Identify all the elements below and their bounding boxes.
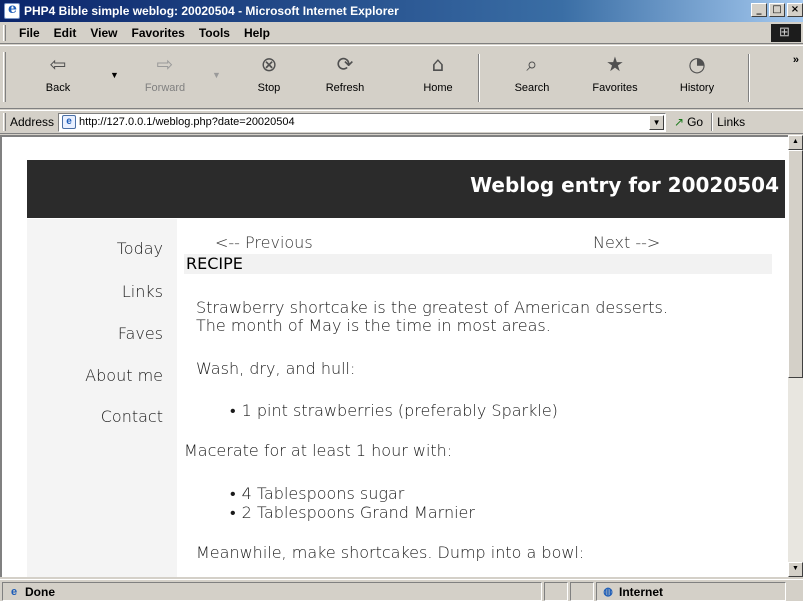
- vertical-scrollbar[interactable]: ▲ ▼: [788, 135, 803, 577]
- go-button[interactable]: ↗ Go: [674, 115, 703, 129]
- side-navigation: Today Links Faves About me Contact: [27, 219, 177, 577]
- stop-button[interactable]: ⊗ Stop: [239, 50, 299, 106]
- address-bar: Address e ▼ ↗ Go Links: [0, 110, 803, 134]
- title-bar: PHP4 Bible simple weblog: 20020504 - Mic…: [0, 0, 803, 22]
- menu-favorites[interactable]: Favorites: [124, 26, 191, 40]
- previous-link[interactable]: <-- Previous: [215, 233, 313, 252]
- toolbar-separator: [748, 54, 750, 102]
- favorites-icon: ★: [606, 52, 624, 76]
- links-button[interactable]: Links: [717, 115, 745, 129]
- favorites-label: Favorites: [592, 82, 638, 94]
- scroll-up-icon[interactable]: ▲: [788, 135, 803, 150]
- window-title: PHP4 Bible simple weblog: 20020504 - Mic…: [24, 4, 399, 18]
- scroll-down-icon[interactable]: ▼: [788, 562, 803, 577]
- page-done-icon: e: [10, 585, 18, 598]
- stop-icon: ⊗: [260, 52, 278, 76]
- refresh-button[interactable]: ⟳ Refresh: [315, 50, 375, 106]
- standard-toolbar: ⇦ Back ▼ ⇨ Forward ▼ ⊗ Stop ⟳ Refresh ⌂ …: [0, 45, 803, 109]
- scroll-thumb[interactable]: [788, 150, 803, 378]
- ie-logo-icon: [4, 1, 20, 19]
- toolbar-grip[interactable]: [3, 113, 6, 131]
- next-link[interactable]: Next -->: [593, 233, 660, 252]
- security-zone-cell: ◍ Internet: [596, 582, 786, 601]
- back-arrow-icon: ⇦: [49, 52, 67, 76]
- menu-tools[interactable]: Tools: [192, 26, 237, 40]
- go-arrow-icon: ↗: [674, 115, 685, 129]
- globe-icon: ◍: [603, 585, 613, 598]
- search-icon: ⌕: [526, 52, 538, 76]
- forward-label: Forward: [144, 82, 186, 94]
- stop-label: Stop: [257, 82, 281, 94]
- status-bar: e Done ◍ Internet: [0, 579, 803, 601]
- status-text-cell: e Done: [2, 582, 542, 601]
- toolbar-grip[interactable]: [3, 24, 6, 41]
- refresh-icon: ⟳: [336, 52, 354, 76]
- back-dropdown-icon[interactable]: ▼: [110, 70, 119, 80]
- history-icon: ◔: [688, 52, 706, 76]
- address-dropdown-icon[interactable]: ▼: [649, 114, 665, 130]
- forward-dropdown-icon[interactable]: ▼: [212, 70, 221, 80]
- page-header: Weblog entry for 20020504: [27, 160, 785, 218]
- page-icon: e: [62, 115, 77, 129]
- page-viewport: Weblog entry for 20020504 Today Links Fa…: [0, 135, 803, 577]
- favorites-button[interactable]: ★ Favorites: [585, 50, 645, 106]
- entry-paragraph: Meanwhile, make shortcakes. Dump into a …: [196, 543, 585, 562]
- list-item: 4 Tablespoons sugar: [230, 484, 405, 504]
- menu-bar: File Edit View Favorites Tools Help: [0, 22, 803, 44]
- menu-edit[interactable]: Edit: [47, 26, 84, 40]
- home-button[interactable]: ⌂ Home: [408, 50, 468, 106]
- windows-logo-icon: [771, 24, 801, 42]
- page-title: Weblog entry for 20020504: [470, 173, 779, 197]
- toolbar-separator: [711, 113, 714, 131]
- maximize-button[interactable]: □: [769, 3, 785, 17]
- back-label: Back: [45, 82, 71, 94]
- entry-paragraph-line: Strawberry shortcake is the greatest of …: [196, 298, 668, 317]
- forward-button[interactable]: ⇨ Forward: [135, 50, 195, 106]
- nav-link-today[interactable]: Today: [117, 239, 163, 258]
- history-button[interactable]: ◔ History: [667, 50, 727, 106]
- home-icon: ⌂: [431, 52, 445, 76]
- search-label: Search: [514, 82, 550, 94]
- refresh-label: Refresh: [325, 82, 365, 94]
- entry-paragraph: Wash, dry, and hull:: [196, 359, 356, 378]
- nav-link-links[interactable]: Links: [122, 282, 163, 301]
- close-button[interactable]: ×: [787, 3, 803, 17]
- toolbar-overflow-icon[interactable]: »: [793, 54, 799, 66]
- nav-link-faves[interactable]: Faves: [118, 324, 163, 343]
- nav-link-about-me[interactable]: About me: [85, 366, 163, 385]
- status-pane: [544, 582, 568, 601]
- entry-paragraph-line: The month of May is the time in most are…: [196, 316, 551, 335]
- menu-help[interactable]: Help: [237, 26, 277, 40]
- go-label: Go: [687, 115, 704, 129]
- address-label: Address: [10, 115, 55, 129]
- address-input[interactable]: [79, 116, 640, 128]
- window-controls: _ □ ×: [751, 3, 803, 17]
- status-pane: [570, 582, 594, 601]
- list-item: 2 Tablespoons Grand Marnier: [230, 503, 475, 523]
- entry-paragraph: Macerate for at least 1 hour with:: [184, 441, 453, 460]
- status-text: Done: [25, 584, 55, 599]
- address-field[interactable]: e ▼: [58, 112, 667, 132]
- list-item: 1 pint strawberries (preferably Sparkle): [230, 401, 558, 421]
- browser-window: PHP4 Bible simple weblog: 20020504 - Mic…: [0, 0, 803, 601]
- forward-arrow-icon: ⇨: [156, 52, 174, 76]
- menu-view[interactable]: View: [83, 26, 124, 40]
- back-button[interactable]: ⇦ Back: [28, 50, 88, 106]
- toolbar-grip[interactable]: [3, 52, 6, 102]
- web-page: Weblog entry for 20020504 Today Links Fa…: [10, 137, 785, 577]
- menu-file[interactable]: File: [12, 26, 47, 40]
- toolbar-separator: [478, 54, 480, 102]
- minimize-button[interactable]: _: [751, 3, 767, 17]
- home-label: Home: [423, 82, 453, 94]
- search-button[interactable]: ⌕ Search: [502, 50, 562, 106]
- entry-heading: RECIPE: [184, 254, 772, 274]
- zone-label: Internet: [619, 584, 664, 599]
- history-label: History: [679, 82, 715, 94]
- nav-link-contact[interactable]: Contact: [101, 407, 163, 426]
